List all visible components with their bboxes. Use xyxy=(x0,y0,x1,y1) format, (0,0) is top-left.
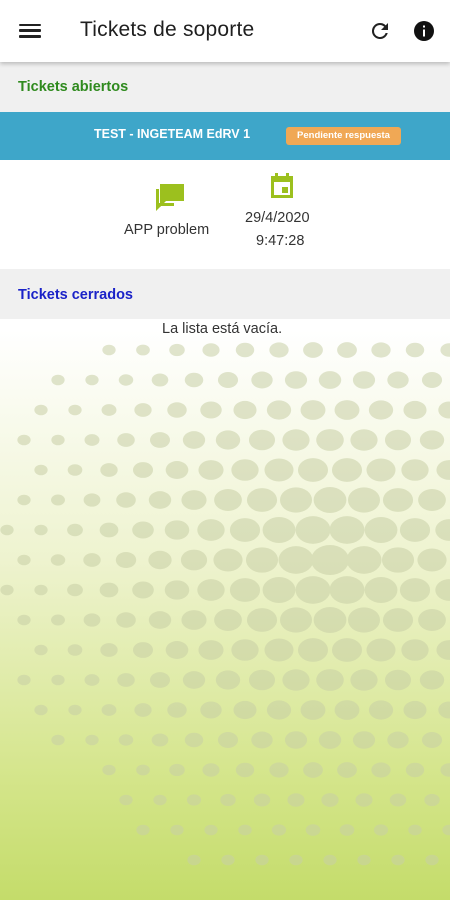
ticket-card-body[interactable]: APP problem 29/4/2020 9:47:28 xyxy=(0,160,450,269)
app-bar: Tickets de soporte xyxy=(0,0,450,62)
ticket-time: 9:47:28 xyxy=(256,233,305,249)
closed-tickets-title: Tickets cerrados xyxy=(18,287,133,303)
ticket-name: TEST - INGETEAM EdRV 1 xyxy=(94,127,251,141)
open-tickets-header: Tickets abiertos xyxy=(0,62,450,112)
chat-icon xyxy=(156,184,184,211)
ticket-subject: APP problem xyxy=(124,222,210,238)
menu-icon[interactable] xyxy=(18,20,42,42)
info-icon[interactable] xyxy=(412,19,436,43)
ticket-date: 29/4/2020 xyxy=(245,210,310,226)
closed-tickets-header: Tickets cerrados xyxy=(0,269,450,319)
open-tickets-title: Tickets abiertos xyxy=(18,79,129,95)
status-badge: Pendiente respuesta xyxy=(286,127,401,145)
page-title: Tickets de soporte xyxy=(80,18,255,41)
refresh-icon[interactable] xyxy=(368,19,392,43)
empty-list-message: La lista está vacía. xyxy=(162,321,283,337)
calendar-icon xyxy=(271,173,293,198)
